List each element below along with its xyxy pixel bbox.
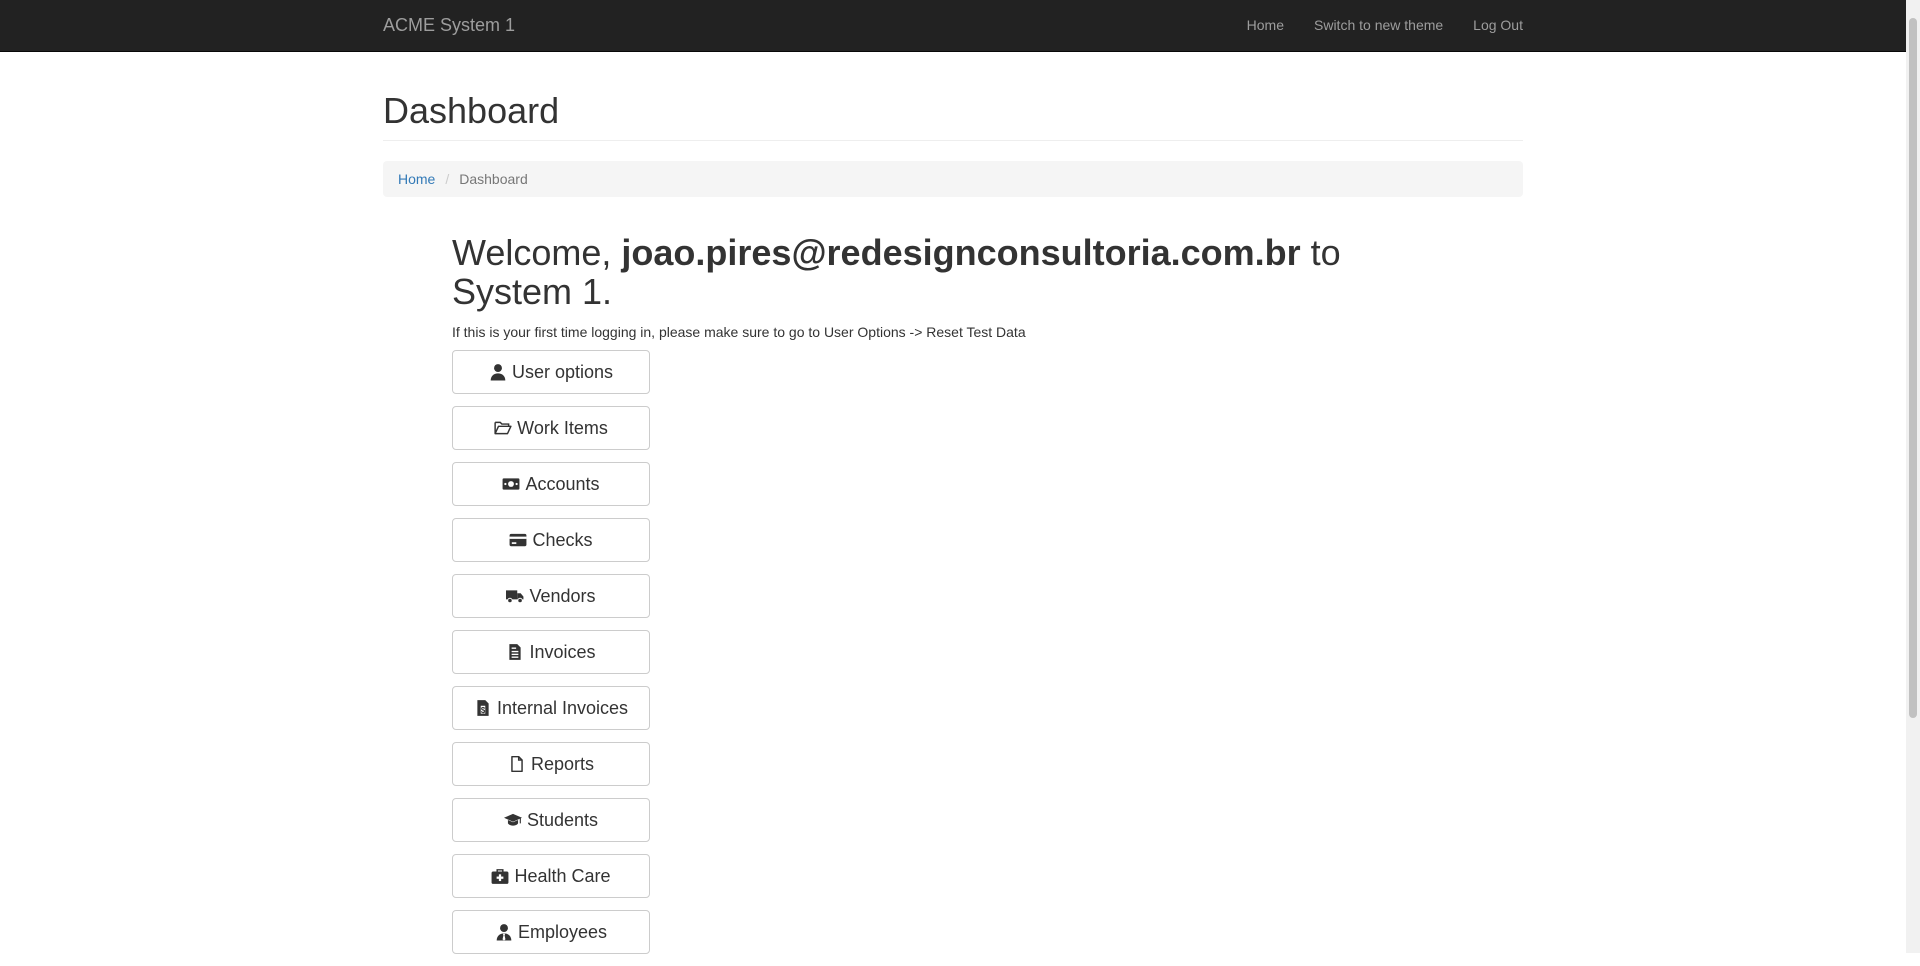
students-label: Students: [526, 809, 599, 830]
breadcrumb: Home / Dashboard: [383, 161, 1523, 197]
accounts-button[interactable]: Accounts: [452, 462, 650, 506]
accounts-label: Accounts: [525, 473, 600, 494]
page-container: Dashboard Home / Dashboard: [383, 51, 1523, 197]
user-options-label: User options: [511, 361, 614, 382]
breadcrumb-separator: /: [445, 171, 450, 187]
welcome-user: joao.pires@redesignconsultoria.com.br: [621, 232, 1301, 273]
page-scrollbar[interactable]: [1906, 0, 1920, 953]
page-title: Dashboard: [383, 90, 560, 131]
dashboard-menu: User options Work Items Accounts Checks …: [452, 350, 1402, 954]
dashboard-content: Welcome, joao.pires@redesignconsultoria.…: [452, 233, 1402, 966]
nav-links: Home Switch to new theme Log Out: [1217, 17, 1523, 34]
folder-open-icon: [494, 419, 512, 437]
invoices-label: Invoices: [529, 641, 596, 662]
nav-home-link[interactable]: Home: [1247, 17, 1284, 34]
vendors-button[interactable]: Vendors: [452, 574, 650, 618]
top-navbar: ACME System 1 Home Switch to new theme L…: [0, 0, 1906, 52]
employees-button[interactable]: Employees: [452, 910, 650, 954]
breadcrumb-current: Dashboard: [459, 171, 528, 187]
checks-button[interactable]: Checks: [452, 518, 650, 562]
page-header: Dashboard: [383, 91, 1523, 141]
brand-link[interactable]: ACME System 1: [383, 15, 515, 35]
invoices-button[interactable]: Invoices: [452, 630, 650, 674]
user-icon: [489, 363, 507, 381]
truck-icon: [506, 587, 524, 605]
first-login-notice: If this is your first time logging in, p…: [452, 324, 1026, 340]
user-tie-icon: [495, 923, 513, 941]
welcome-heading: Welcome, joao.pires@redesignconsultoria.…: [452, 233, 1402, 311]
health-care-button[interactable]: Health Care: [452, 854, 650, 898]
file-invoice-icon: [506, 643, 524, 661]
nav-switch-theme-link[interactable]: Switch to new theme: [1314, 17, 1443, 34]
file-icon: [508, 755, 526, 773]
user-options-button[interactable]: User options: [452, 350, 650, 394]
file-dollar-icon: $: [474, 699, 492, 717]
credit-card-icon: [509, 531, 527, 549]
work-items-label: Work Items: [517, 417, 608, 438]
internal-invoices-label: Internal Invoices: [496, 697, 629, 718]
reports-button[interactable]: Reports: [452, 742, 650, 786]
graduation-cap-icon: [503, 811, 522, 829]
internal-invoices-button[interactable]: $ Internal Invoices: [452, 686, 650, 730]
students-button[interactable]: Students: [452, 798, 650, 842]
reports-label: Reports: [530, 753, 595, 774]
money-icon: [502, 475, 520, 493]
welcome-prefix: Welcome,: [452, 232, 622, 273]
scrollbar-thumb[interactable]: [1909, 18, 1917, 718]
employees-label: Employees: [517, 921, 608, 942]
checks-label: Checks: [532, 529, 593, 550]
medkit-icon: [491, 867, 509, 885]
vendors-label: Vendors: [529, 585, 596, 606]
work-items-button[interactable]: Work Items: [452, 406, 650, 450]
health-care-label: Health Care: [514, 865, 611, 886]
nav-logout-link[interactable]: Log Out: [1473, 17, 1523, 34]
breadcrumb-home-link[interactable]: Home: [398, 171, 435, 187]
svg-text:$: $: [481, 706, 486, 715]
